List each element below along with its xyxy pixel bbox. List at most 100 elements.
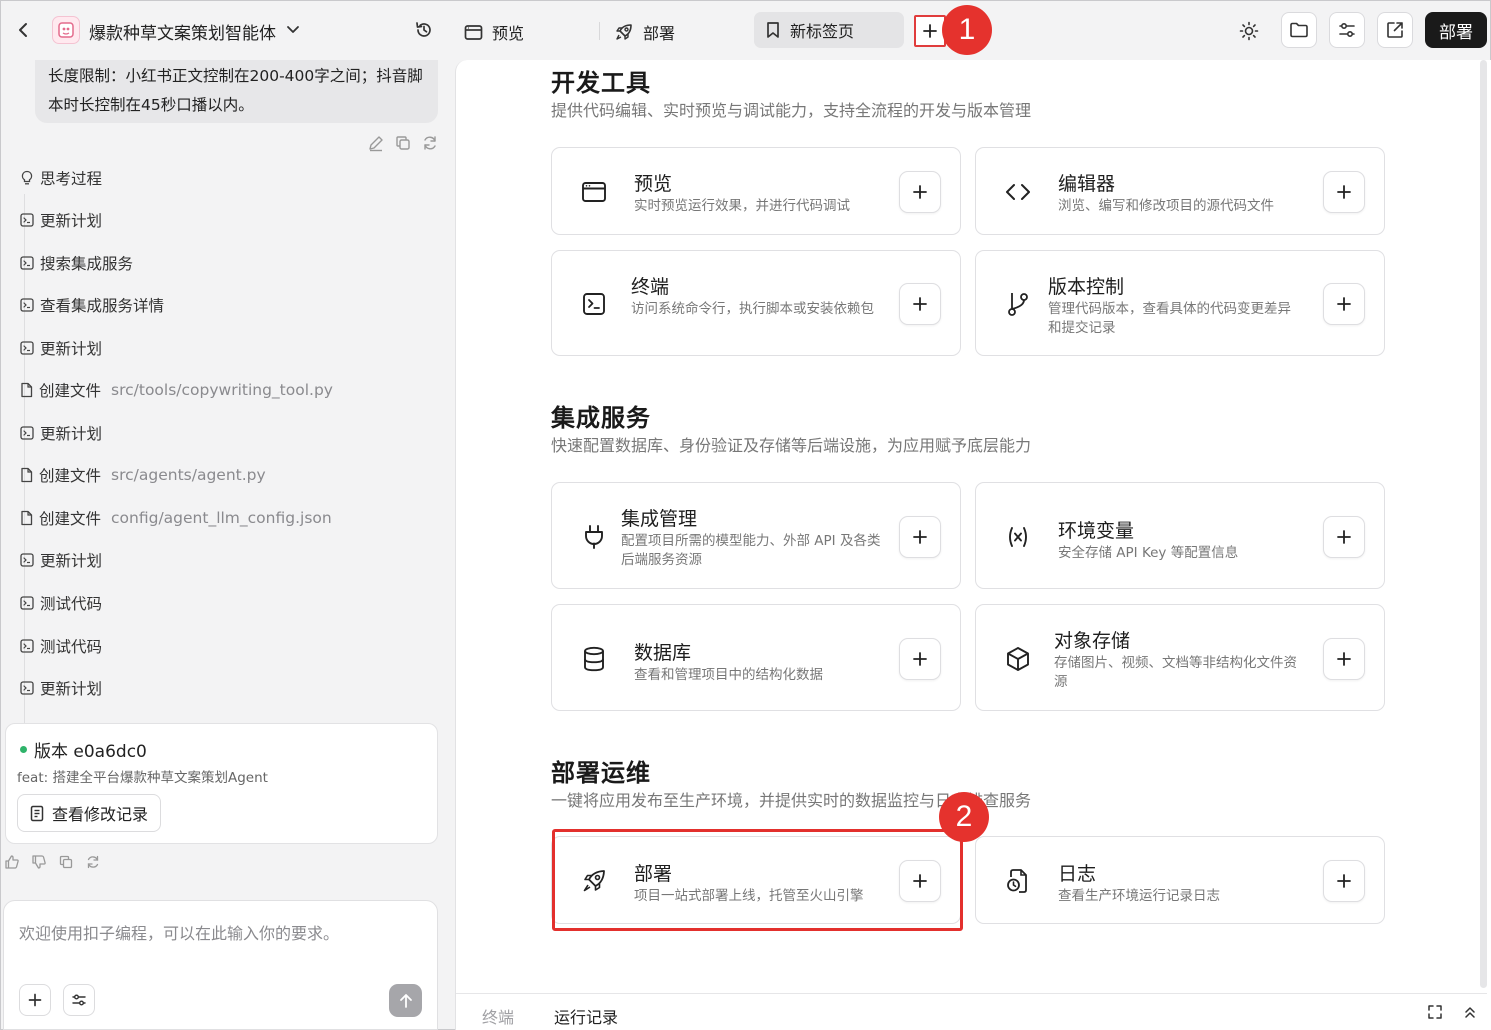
agent-step[interactable]: 更新计划 [20,549,102,571]
thumbs-up-icon[interactable] [4,854,20,870]
copy-icon[interactable] [58,854,74,870]
retry-icon[interactable] [421,134,439,152]
expand-icon[interactable] [1427,1004,1443,1020]
bottom-tab-terminal[interactable]: 终端 [482,1004,514,1028]
edit-icon[interactable] [367,134,385,152]
agent-step[interactable]: 创建文件 src/tools/copywriting_tool.py [20,379,333,401]
attach-button[interactable] [19,984,51,1016]
tab-label: 新标签页 [790,22,855,41]
app-switcher-button[interactable] [286,22,300,36]
composer-input[interactable]: 欢迎使用扣子编程，可以在此输入你的要求。 [19,920,339,944]
git-branch-icon [1004,290,1032,318]
card-title: 终端 [631,276,670,298]
agent-step[interactable]: 创建文件 config/agent_llm_config.json [20,507,332,529]
agent-step[interactable]: 创建文件 src/agents/agent.py [20,464,266,486]
add-tool-button[interactable] [899,515,941,558]
response-feedback-bar [4,854,101,870]
history-button[interactable] [414,20,434,40]
chevrons-up-icon[interactable] [1463,1004,1477,1020]
agent-step[interactable]: 查看集成服务详情 [20,294,164,316]
terminal-icon [20,213,34,227]
plus-icon [1337,874,1351,888]
lightbulb-icon [20,170,34,186]
card-title: 日志 [1058,863,1097,885]
tab-deploy[interactable]: 部署 [614,20,675,44]
agent-step[interactable]: 更新计划 [20,422,102,444]
card-description: 访问系统命令行，执行脚本或安装依赖包 [631,301,874,317]
tool-card[interactable]: 日志查看生产环境运行记录日志 [975,836,1385,924]
version-label: 版本 e0a6dc0 [34,742,147,762]
plus-icon [1337,297,1351,311]
plus-icon [1337,529,1351,544]
tool-card[interactable]: 版本控制 管理代码版本，查看具体的代码变更差异和提交记录 [975,250,1385,356]
add-tool-button[interactable] [1323,515,1365,558]
tab-new-tab[interactable]: 新标签页 [754,12,904,48]
step-label: 更新计划 [40,425,103,443]
folder-button[interactable] [1281,12,1317,48]
section-description: 提供代码编辑、实时预览与调试能力，支持全流程的开发与版本管理 [551,101,1032,120]
app-title[interactable]: 爆款种草文案策划智能体 [89,19,276,44]
deploy-button[interactable]: 部署 [1425,12,1487,48]
copy-icon[interactable] [394,134,412,152]
main-scrollbar[interactable] [1480,60,1487,988]
tool-card[interactable]: 集成管理 配置项目所需的模型能力、外部 API 及各类后端服务资源 [551,482,961,589]
bottom-tab-run-log[interactable]: 运行记录 [554,1004,618,1028]
view-changes-button[interactable]: 查看修改记录 [17,794,162,832]
external-link-icon [1387,22,1403,38]
send-button[interactable] [389,984,422,1017]
step-label: 更新计划 [40,212,103,230]
tool-card[interactable]: 环境变量 安全存储 API Key 等配置信息 [975,482,1385,589]
chat-composer[interactable]: 欢迎使用扣子编程，可以在此输入你的要求。 [3,900,438,1030]
agent-step[interactable]: 测试代码 [20,635,102,657]
add-tool-button[interactable] [899,171,941,213]
terminal-icon [20,596,34,610]
database-icon [580,645,608,673]
add-tool-button[interactable] [1323,860,1365,902]
add-tool-button[interactable] [1323,637,1365,680]
history-icon [416,22,431,37]
cube-icon [1004,645,1032,673]
card-title: 预览 [634,173,673,195]
card-description: 安全存储 API Key 等配置信息 [1058,545,1239,561]
tab-label: 部署 [643,24,676,43]
terminal-icon [20,426,34,440]
agent-step[interactable]: 思考过程 [20,167,102,189]
status-dot [20,746,27,753]
card-title: 编辑器 [1058,173,1116,195]
tool-card[interactable]: 预览 实时预览运行效果，并进行代码调试 [551,147,961,235]
chevron-left-icon [19,23,27,37]
browser-window-icon [464,24,483,40]
step-label: 查看集成服务详情 [40,297,165,315]
step-label: 更新计划 [40,340,103,358]
card-description: 存储图片、视频、文档等非结构化文件资源 [1054,655,1297,690]
settings-button[interactable] [1329,12,1365,48]
chevron-down-icon [287,26,299,33]
add-tool-button[interactable] [1323,283,1365,325]
tool-card[interactable]: 对象存储 存储图片、视频、文档等非结构化文件资源 [975,604,1385,711]
add-tool-button[interactable] [1323,171,1365,213]
back-button[interactable] [12,18,34,42]
step-label: 思考过程 [40,170,103,188]
tab-preview[interactable]: 预览 [464,20,524,44]
user-message: 长度限制：小红书正文控制在200-400字之间；抖音脚本时长控制在45秒口播以内… [35,60,438,123]
tool-card[interactable]: 终端访问系统命令行，执行脚本或安装依赖包 [551,250,961,356]
agent-step[interactable]: 搜索集成服务 [20,252,133,274]
bookmark-icon [767,22,779,38]
agent-step[interactable]: 更新计划 [20,209,102,231]
add-tool-button[interactable] [899,283,941,325]
thumbs-down-icon[interactable] [31,854,47,870]
add-tool-button[interactable] [899,637,941,680]
card-description: 查看生产环境运行记录日志 [1058,888,1220,904]
tool-card[interactable]: 编辑器 浏览、编写和修改项目的源代码文件 [975,147,1385,235]
open-external-button[interactable] [1377,12,1413,48]
retry-icon[interactable] [85,854,101,870]
agent-step[interactable]: 测试代码 [20,592,102,614]
tool-card[interactable]: 数据库 查看和管理项目中的结构化数据 [551,604,961,711]
agent-step[interactable]: 更新计划 [20,677,102,699]
step-label: 更新计划 [40,552,103,570]
composer-settings-button[interactable] [63,984,95,1016]
theme-toggle-button[interactable] [1232,14,1266,48]
agent-step[interactable]: 更新计划 [20,337,102,359]
bottom-panel-bar: 终端 运行记录 [456,993,1487,1030]
card-description: 管理代码版本，查看具体的代码变更差异和提交记录 [1048,301,1291,336]
